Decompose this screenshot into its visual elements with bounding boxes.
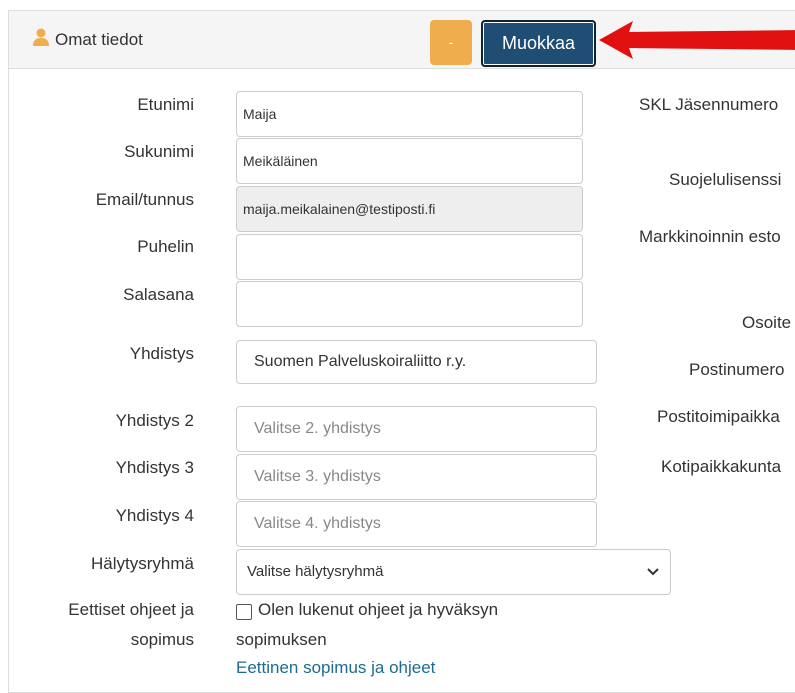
minus-button[interactable]: - [430,20,472,65]
password-input[interactable] [236,281,583,327]
email-input: maija.meikalainen@testiposti.fi [236,186,583,232]
user-icon [33,28,49,46]
label-phone: Puhelin [137,237,194,256]
label-ethics-line2: sopimus [130,630,194,649]
association-4-input[interactable]: Valitse 4. yhdistys [236,501,597,547]
ethics-checkbox[interactable] [236,604,252,620]
label-last-name: Sukunimi [124,142,194,161]
label-address: Osoite [742,313,792,332]
label-skl-member-number: SKL Jäsennumero [639,95,779,114]
red-arrow-icon [599,21,795,59]
label-protection-license: Suojelulisenssi [669,170,782,189]
panel-title: Omat tiedot [55,30,143,49]
phone-input[interactable] [236,234,583,280]
label-association-3: Yhdistys 3 [115,458,194,477]
label-email: Email/tunnus [95,190,194,209]
chevron-down-icon [647,568,659,576]
label-password: Salasana [123,285,194,304]
association-input[interactable]: Suomen Palveluskoiraliitto r.y. [236,340,597,384]
label-marketing-ban: Markkinoinnin esto [639,227,781,246]
label-postal-code: Postinumero [689,360,785,379]
label-alarm-group: Hälytysryhmä [91,554,194,573]
label-post-office: Postitoimipaikka [657,407,780,426]
label-association-2: Yhdistys 2 [115,411,194,430]
first-name-input[interactable]: Maija [236,91,583,137]
alarm-group-selected: Valitse hälytysryhmä [247,563,384,580]
last-name-input[interactable]: Meikäläinen [236,138,583,184]
label-home-municipality: Kotipaikkakunta [661,457,782,476]
label-first-name: Etunimi [137,95,194,114]
label-ethics-line1: Eettiset ohjeet ja [68,600,194,619]
association-2-input[interactable]: Valitse 2. yhdistys [236,406,597,452]
ethics-link[interactable]: Eettinen sopimus ja ohjeet [236,658,435,678]
label-association: Yhdistys [129,344,194,363]
ethics-checkbox-label-line2: sopimuksen [236,630,327,649]
association-3-input[interactable]: Valitse 3. yhdistys [236,454,597,500]
panel-header: Omat tiedot - Muokkaa [9,11,795,69]
ethics-checkbox-label-line1: Olen lukenut ohjeet ja hyväksyn [258,600,499,619]
alarm-group-select[interactable]: Valitse hälytysryhmä [236,549,671,595]
profile-panel: Omat tiedot - Muokkaa Etunimi Sukunimi E… [8,10,795,693]
label-association-4: Yhdistys 4 [115,506,194,525]
edit-button[interactable]: Muokkaa [481,20,596,67]
